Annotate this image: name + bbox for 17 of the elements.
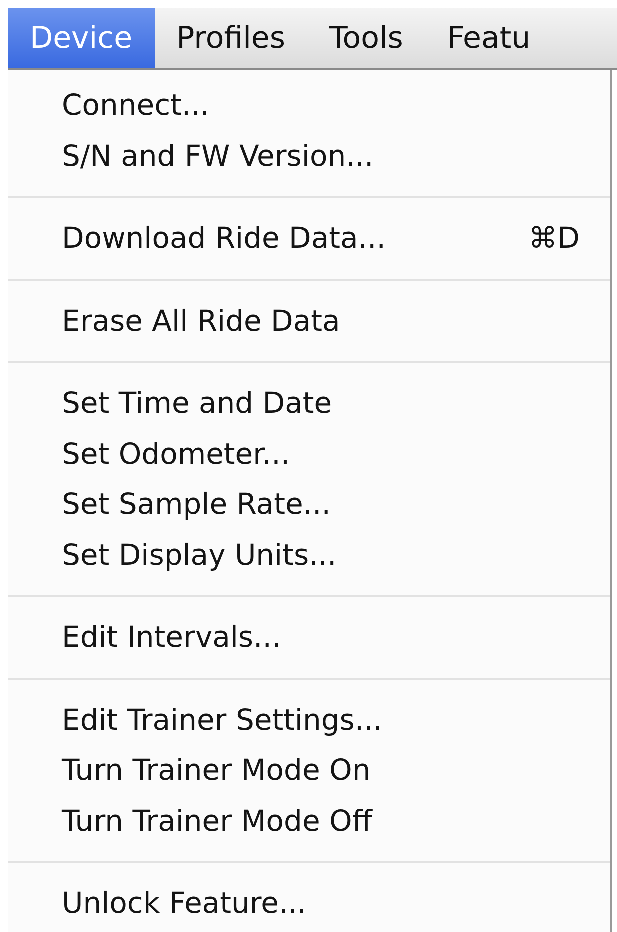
menu-item[interactable]: Download Ride Data... ⌘D	[8, 213, 610, 264]
menu-item[interactable]: Set Time and Date	[8, 378, 610, 428]
menu-item[interactable]: Edit Trainer Settings...	[8, 694, 610, 745]
menu-item[interactable]: Erase All Ride Data	[8, 296, 610, 346]
menu-item[interactable]: Turn Trainer Mode Off	[8, 796, 610, 846]
menu-item[interactable]: Edit Intervals...	[8, 612, 610, 662]
menu-bar-item[interactable]: Tools	[308, 8, 426, 68]
menu-bar-item[interactable]: Featu	[425, 8, 553, 68]
menu-item[interactable]: Unlock Feature...	[8, 878, 610, 928]
menu-item[interactable]: Turn Trainer Mode On	[8, 745, 610, 796]
menu-item[interactable]: S/N and FW Version...	[8, 130, 610, 181]
menu-item[interactable]: Set Odometer...	[8, 428, 610, 479]
menu-item[interactable]: Set Display Units...	[8, 530, 610, 580]
menu-bar-item[interactable]: Device	[8, 8, 155, 68]
menu-item[interactable]: Set Sample Rate...	[8, 479, 610, 530]
menu-bar-item[interactable]: Profiles	[154, 8, 308, 68]
menu-item[interactable]: Connect...	[8, 80, 610, 130]
